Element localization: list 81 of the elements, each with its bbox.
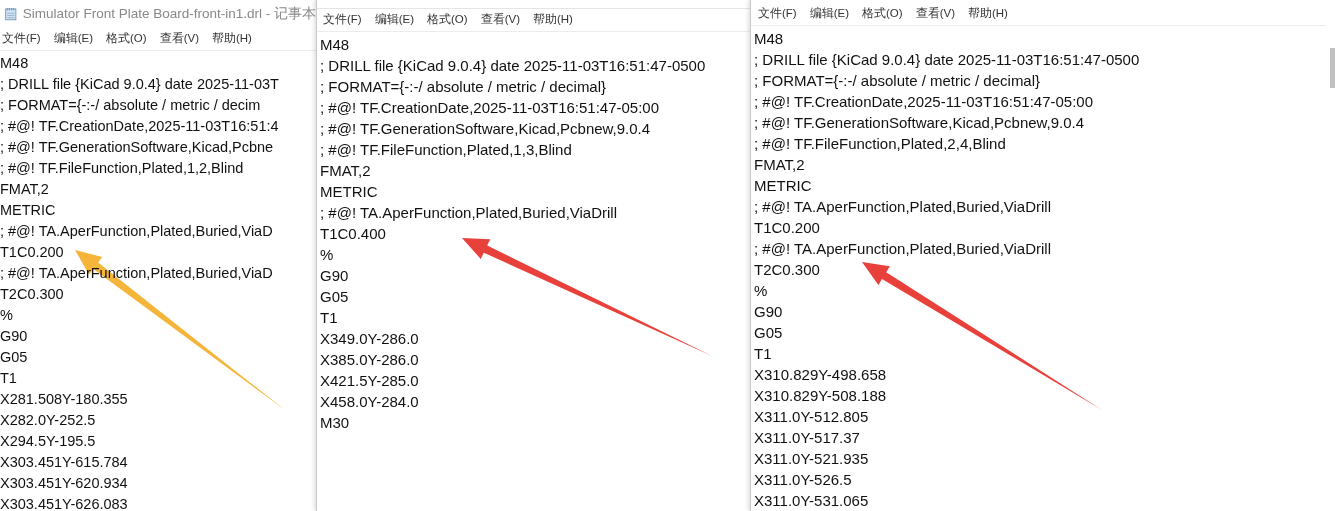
- menu-item[interactable]: 文件(F): [2, 31, 41, 46]
- menu-item[interactable]: 格式(O): [427, 12, 468, 27]
- text-line: FMAT,2: [754, 155, 806, 175]
- text-line: ; #@! TF.FileFunction,Plated,1,2,Blind: [0, 159, 245, 178]
- text-line: ; #@! TF.GenerationSoftware,Kicad,Pcbne: [0, 138, 275, 157]
- text-line: FMAT,2: [320, 161, 372, 181]
- text-line: ; #@! TF.CreationDate,2025-11-03T16:51:4: [0, 117, 280, 136]
- text-line: G05: [754, 323, 784, 343]
- text-line: M48: [320, 35, 351, 55]
- menu-item[interactable]: 帮助(H): [533, 12, 573, 27]
- text-line: G90: [754, 302, 784, 322]
- text-line: ; FORMAT={-:-/ absolute / metric / decimal}: [754, 71, 1042, 91]
- text-line: X458.0Y-284.0: [320, 392, 420, 412]
- text-line: ; #@! TF.GenerationSoftware,Kicad,Pcbnew,9.0.4: [320, 119, 652, 139]
- text-line: ; DRILL file {KiCad 9.0.4} date 2025-11-03T16:51:47-0500: [754, 50, 1141, 70]
- text-line: X303.451Y-620.934: [0, 474, 129, 493]
- text-line: T1: [0, 369, 18, 388]
- text-line: M48: [0, 54, 30, 73]
- text-line: ; #@! TA.AperFunction,Plated,Buried,ViaDrill: [754, 239, 1053, 259]
- menu-item[interactable]: 格式(O): [862, 6, 903, 21]
- text-line: T1C0.400: [320, 224, 387, 244]
- text-line: X310.829Y-498.658: [754, 365, 888, 385]
- menu-item[interactable]: 文件(F): [758, 6, 797, 21]
- text-line: X311.0Y-521.935: [754, 449, 870, 469]
- text-line: T2C0.300: [754, 260, 821, 280]
- text-line: T1: [754, 344, 773, 364]
- window-title: Simulator Front Plate Board-front-in1.drl - 记事本: [22, 5, 316, 23]
- text-line: G05: [320, 287, 350, 307]
- menu-item[interactable]: 编辑(E): [809, 6, 850, 21]
- text-line: T1C0.200: [754, 218, 821, 238]
- text-line: T1C0.200: [0, 243, 65, 262]
- text-line: M48: [754, 29, 785, 49]
- text-line: G05: [0, 348, 29, 367]
- text-line: T2C0.300: [0, 285, 65, 304]
- text-line: T1: [320, 308, 339, 328]
- text-line: M30: [320, 413, 351, 433]
- text-line: X310.829Y-508.188: [754, 386, 888, 406]
- text-line: ; #@! TA.AperFunction,Plated,Buried,ViaD: [0, 222, 274, 241]
- menu-item[interactable]: 帮助(H): [968, 6, 1008, 21]
- menu-item[interactable]: 帮助(H): [212, 31, 252, 46]
- text-line: X311.0Y-517.37: [754, 428, 861, 448]
- text-line: METRIC: [320, 182, 379, 202]
- text-line: ; DRILL file {KiCad 9.0.4} date 2025-11-03T: [0, 75, 280, 94]
- text-line: ; #@! TF.GenerationSoftware,Kicad,Pcbnew,9.0.4: [754, 113, 1086, 133]
- text-line: ; FORMAT={-:-/ absolute / metric / decim: [0, 96, 262, 115]
- menu-item[interactable]: 编辑(E): [53, 31, 94, 46]
- text-line: X282.0Y-252.5: [0, 411, 97, 430]
- text-line: X385.0Y-286.0: [320, 350, 420, 370]
- text-line: FMAT,2: [0, 180, 50, 199]
- text-line: METRIC: [0, 201, 57, 220]
- text-line: ; #@! TF.CreationDate,2025-11-03T16:51:47-05:00: [320, 98, 661, 118]
- menu-item[interactable]: 格式(O): [106, 31, 147, 46]
- menu-item[interactable]: 文件(F): [323, 12, 362, 27]
- text-line: METRIC: [754, 176, 813, 196]
- text-line: ; #@! TF.FileFunction,Plated,1,3,Blind: [320, 140, 573, 160]
- text-line: X311.0Y-526.5: [754, 470, 853, 490]
- text-line: G90: [320, 266, 350, 286]
- text-line: ; FORMAT={-:-/ absolute / metric / decimal}: [320, 77, 608, 97]
- text-line: ; #@! TA.AperFunction,Plated,Buried,ViaDrill: [320, 203, 619, 223]
- text-line: ; #@! TF.FileFunction,Plated,2,4,Blind: [754, 134, 1007, 154]
- menu-item[interactable]: 编辑(E): [374, 12, 415, 27]
- text-line: ; #@! TF.CreationDate,2025-11-03T16:51:47-05:00: [754, 92, 1095, 112]
- text-line: %: [320, 245, 335, 265]
- text-line: X281.508Y-180.355: [0, 390, 129, 409]
- text-line: ; DRILL file {KiCad 9.0.4} date 2025-11-03T16:51:47-0500: [320, 56, 707, 76]
- text-line: X349.0Y-286.0: [320, 329, 420, 349]
- scrollbar[interactable]: [1330, 48, 1335, 88]
- menu-item[interactable]: 查看(V): [159, 31, 199, 46]
- notepad-icon: [5, 5, 17, 23]
- text-line: %: [0, 306, 14, 325]
- menu-item[interactable]: 查看(V): [915, 6, 955, 21]
- text-line: X303.451Y-615.784: [0, 453, 129, 472]
- text-line: X311.0Y-531.065: [754, 491, 870, 511]
- text-line: G90: [0, 327, 29, 346]
- text-line: X421.5Y-285.0: [320, 371, 420, 391]
- text-line: %: [754, 281, 769, 301]
- text-line: X294.5Y-195.5: [0, 432, 97, 451]
- menu-item[interactable]: 查看(V): [480, 12, 520, 27]
- text-line: ; #@! TA.AperFunction,Plated,Buried,ViaDrill: [754, 197, 1053, 217]
- text-line: X311.0Y-512.805: [754, 407, 870, 427]
- text-line: X303.451Y-626.083: [0, 495, 129, 511]
